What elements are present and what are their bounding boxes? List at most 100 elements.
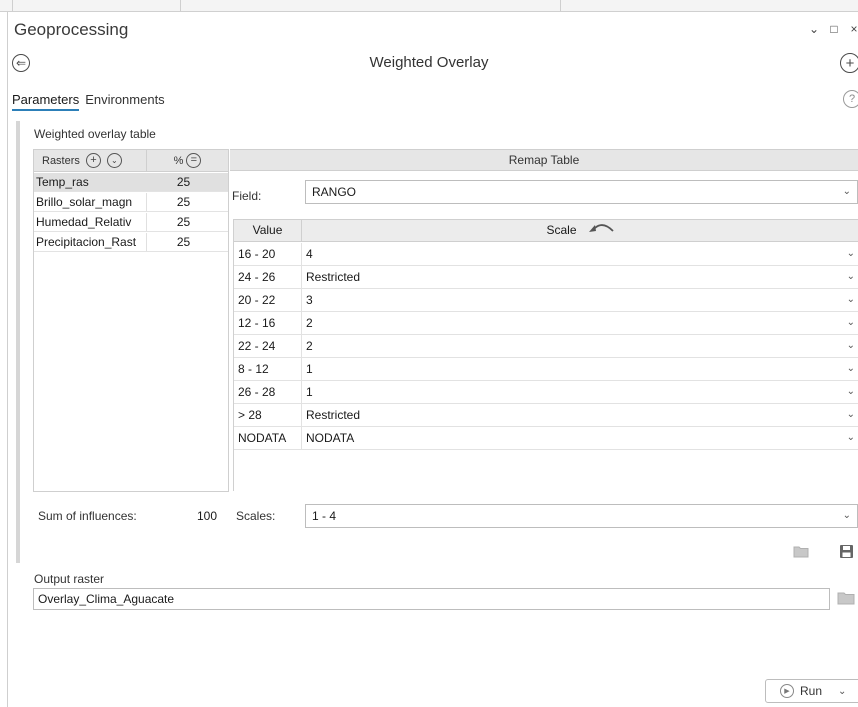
remap-scale-value: 4 bbox=[306, 247, 313, 261]
raster-percent[interactable]: 25 bbox=[147, 213, 228, 231]
table-row[interactable]: 20 - 22 3 ⌄ bbox=[234, 289, 858, 312]
remap-scale-select[interactable]: 1 ⌄ bbox=[302, 358, 858, 380]
raster-name: Brillo_solar_magn bbox=[34, 193, 147, 211]
scale-column-header: Scale bbox=[546, 223, 577, 237]
add-raster-icon[interactable]: + bbox=[85, 153, 101, 168]
remap-scale-value: Restricted bbox=[306, 408, 361, 422]
raster-row[interactable]: Temp_ras 25 bbox=[34, 173, 228, 192]
remap-scale-value: 2 bbox=[306, 339, 313, 353]
run-button[interactable]: ▶ Run ⌄ bbox=[765, 679, 858, 703]
rasters-header-label: Rasters bbox=[42, 154, 80, 167]
chevron-down-icon: ⌄ bbox=[846, 248, 855, 259]
scales-select-value: 1 - 4 bbox=[312, 509, 337, 523]
table-row[interactable]: 8 - 12 1 ⌄ bbox=[234, 358, 858, 381]
remap-scale-select[interactable]: Restricted ⌄ bbox=[302, 266, 858, 288]
field-label: Field: bbox=[232, 189, 262, 203]
chevron-down-icon[interactable]: ⌄ bbox=[808, 22, 820, 36]
top-window-edge bbox=[0, 0, 858, 12]
remap-value: 16 - 20 bbox=[234, 243, 302, 265]
chevron-down-icon: ⌄ bbox=[846, 271, 855, 282]
run-button-label: Run bbox=[800, 684, 823, 698]
remap-scale-select[interactable]: 2 ⌄ bbox=[302, 312, 858, 334]
table-row[interactable]: 12 - 16 2 ⌄ bbox=[234, 312, 858, 335]
weighted-overlay-table-label: Weighted overlay table bbox=[34, 127, 156, 141]
chevron-down-icon: ⌄ bbox=[842, 510, 851, 521]
raster-name: Humedad_Relativ bbox=[34, 213, 147, 231]
close-icon[interactable]: × bbox=[848, 22, 858, 36]
remap-table: Value Scale 16 - 20 4 ⌄ 24 - 26 Restricte… bbox=[233, 219, 858, 491]
scales-label: Scales: bbox=[236, 509, 276, 523]
remap-scale-value: 1 bbox=[306, 362, 313, 376]
remap-scale-value: 2 bbox=[306, 316, 313, 330]
raster-percent[interactable]: 25 bbox=[147, 173, 228, 191]
chevron-down-icon[interactable]: ⌄ bbox=[106, 153, 122, 168]
remap-scale-value: 1 bbox=[306, 385, 313, 399]
remap-value: 20 - 22 bbox=[234, 289, 302, 311]
remap-scale-select[interactable]: NODATA ⌄ bbox=[302, 427, 858, 449]
tab-bar: Parameters Environments bbox=[12, 92, 165, 111]
output-raster-label: Output raster bbox=[34, 572, 105, 586]
maximize-icon[interactable]: □ bbox=[828, 22, 840, 36]
raster-name: Precipitacion_Rast bbox=[34, 233, 147, 251]
scales-select[interactable]: 1 - 4 ⌄ bbox=[305, 504, 858, 528]
add-icon[interactable]: + bbox=[840, 53, 858, 73]
remap-value: 8 - 12 bbox=[234, 358, 302, 380]
chevron-down-icon: ⌄ bbox=[842, 186, 851, 197]
play-icon: ▶ bbox=[780, 684, 794, 698]
tab-environments[interactable]: Environments bbox=[85, 92, 164, 111]
field-select[interactable]: RANGO ⌄ bbox=[305, 180, 858, 204]
remap-table-header: Remap Table bbox=[230, 149, 858, 171]
open-folder-icon[interactable] bbox=[793, 545, 809, 561]
raster-percent[interactable]: 25 bbox=[147, 193, 228, 211]
value-column-header: Value bbox=[234, 220, 302, 241]
remap-scale-value: NODATA bbox=[306, 431, 355, 445]
raster-row[interactable]: Brillo_solar_magn 25 bbox=[34, 193, 228, 212]
output-raster-input[interactable]: Overlay_Clima_Aguacate bbox=[33, 588, 830, 610]
table-row[interactable]: 26 - 28 1 ⌄ bbox=[234, 381, 858, 404]
raster-row[interactable]: Precipitacion_Rast 25 bbox=[34, 233, 228, 252]
reverse-scale-icon[interactable] bbox=[587, 220, 615, 241]
remap-scale-select[interactable]: 2 ⌄ bbox=[302, 335, 858, 357]
remap-scale-select[interactable]: 4 ⌄ bbox=[302, 243, 858, 265]
remap-scale-select[interactable]: 3 ⌄ bbox=[302, 289, 858, 311]
chevron-down-icon: ⌄ bbox=[846, 317, 855, 328]
table-row[interactable]: 22 - 24 2 ⌄ bbox=[234, 335, 858, 358]
chevron-down-icon: ⌄ bbox=[846, 340, 855, 351]
remap-value: > 28 bbox=[234, 404, 302, 426]
raster-percent[interactable]: 25 bbox=[147, 233, 228, 251]
raster-name: Temp_ras bbox=[34, 173, 147, 191]
equal-influence-icon[interactable]: = bbox=[186, 153, 202, 168]
sum-of-influences-value: 100 bbox=[197, 509, 218, 523]
remap-table-columns: Value Scale bbox=[234, 219, 858, 242]
help-icon[interactable]: ? bbox=[843, 90, 858, 108]
remap-value: 12 - 16 bbox=[234, 312, 302, 334]
chevron-down-icon: ⌄ bbox=[846, 363, 855, 374]
chevron-down-icon: ⌄ bbox=[846, 386, 855, 397]
window-controls: ⌄ □ × bbox=[808, 22, 858, 36]
chevron-down-icon: ⌄ bbox=[846, 409, 855, 420]
remap-value: 24 - 26 bbox=[234, 266, 302, 288]
remap-value: 22 - 24 bbox=[234, 335, 302, 357]
field-select-value: RANGO bbox=[312, 185, 357, 199]
percent-header-label: % bbox=[173, 154, 184, 167]
left-window-edge bbox=[0, 12, 8, 707]
remap-scale-select[interactable]: Restricted ⌄ bbox=[302, 404, 858, 426]
rasters-header: Rasters + ⌄ % = bbox=[34, 150, 228, 172]
raster-row[interactable]: Humedad_Relativ 25 bbox=[34, 213, 228, 232]
remap-scale-value: Restricted bbox=[306, 270, 361, 284]
tool-title: Weighted Overlay bbox=[369, 54, 489, 71]
remap-scale-select[interactable]: 1 ⌄ bbox=[302, 381, 858, 403]
table-row[interactable]: 24 - 26 Restricted ⌄ bbox=[234, 266, 858, 289]
remap-value: NODATA bbox=[234, 427, 302, 449]
browse-folder-icon[interactable] bbox=[837, 591, 855, 608]
chevron-down-icon: ⌄ bbox=[846, 432, 855, 443]
table-row[interactable]: > 28 Restricted ⌄ bbox=[234, 404, 858, 427]
sum-of-influences-label: Sum of influences: bbox=[38, 509, 137, 523]
tab-parameters[interactable]: Parameters bbox=[12, 92, 80, 111]
pane-title: Geoprocessing bbox=[14, 20, 129, 39]
save-icon[interactable] bbox=[839, 544, 854, 562]
parameter-indicator-bar bbox=[16, 121, 20, 563]
table-row[interactable]: NODATA NODATA ⌄ bbox=[234, 427, 858, 450]
table-row[interactable]: 16 - 20 4 ⌄ bbox=[234, 243, 858, 266]
chevron-down-icon[interactable]: ⌄ bbox=[838, 686, 846, 697]
